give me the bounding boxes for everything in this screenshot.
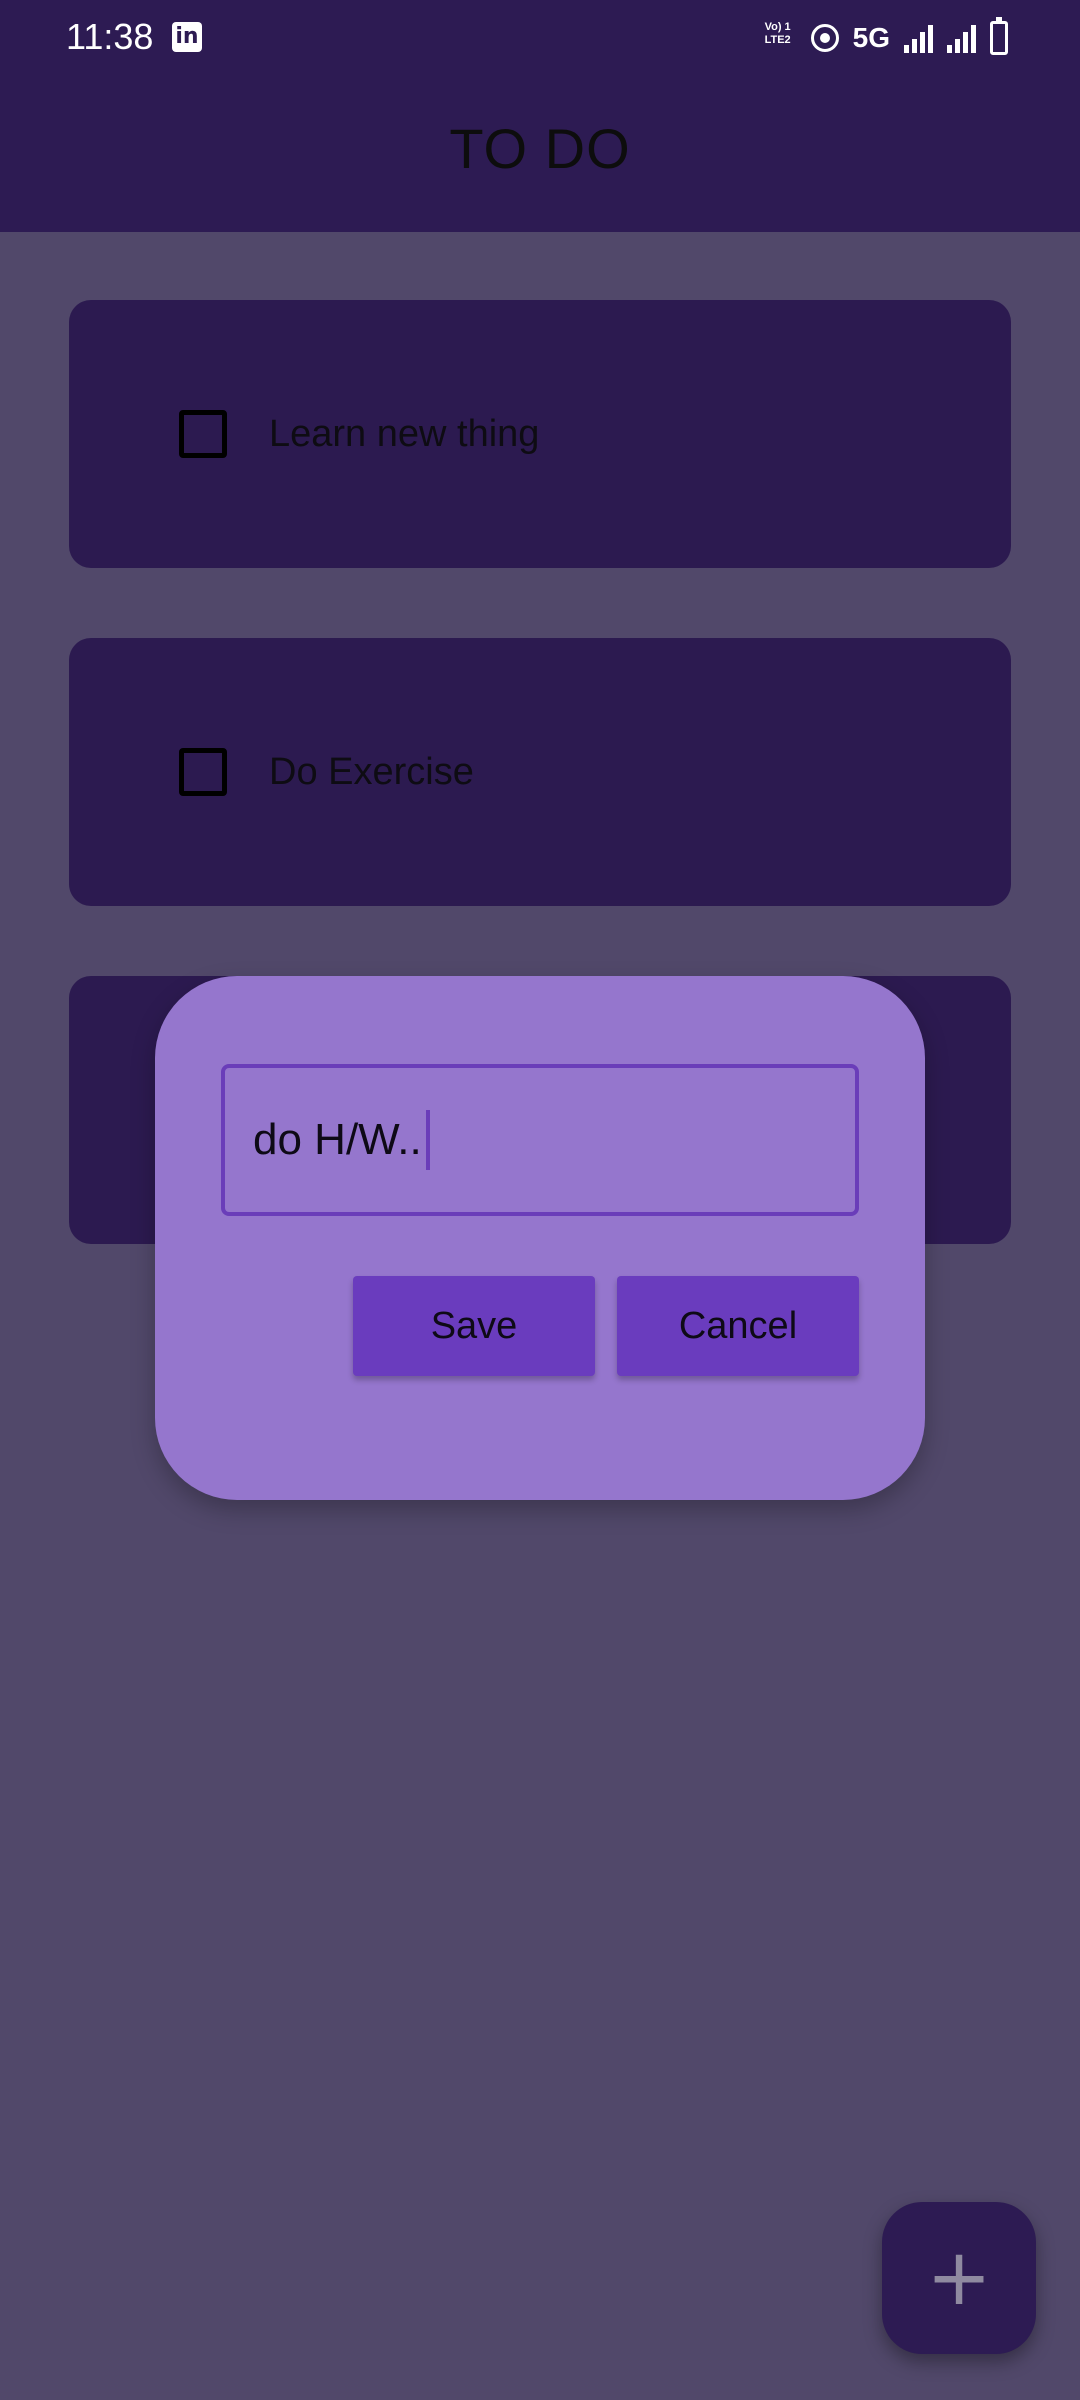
battery-charging-icon xyxy=(990,17,1008,55)
app-bar: TO DO xyxy=(0,80,1080,232)
status-icons: Vo) 1 LTE2 5G xyxy=(759,16,1008,60)
text-caret xyxy=(425,1110,430,1170)
signal-icon xyxy=(947,23,976,53)
save-button[interactable]: Save xyxy=(353,1276,595,1376)
task-card[interactable]: Do Exercise xyxy=(69,638,1011,906)
task-input-value: do H/W.. xyxy=(253,1115,422,1164)
linkedin-icon: in xyxy=(172,22,202,52)
status-time: 11:38 xyxy=(66,16,154,57)
add-task-button[interactable]: + xyxy=(882,2202,1036,2354)
task-input[interactable]: do H/W.. xyxy=(221,1064,859,1216)
page-title: TO DO xyxy=(449,117,631,180)
status-bar: 11:38 in Vo) 1 LTE2 5G xyxy=(0,0,1080,80)
signal-icon xyxy=(904,23,933,53)
network-type-label: 5G xyxy=(852,22,890,53)
volte-icon: Vo) 1 LTE2 xyxy=(759,21,797,55)
task-checkbox[interactable] xyxy=(179,748,227,796)
volte-line2: LTE2 xyxy=(764,34,791,46)
plus-icon: + xyxy=(926,2233,992,2323)
cancel-button[interactable]: Cancel xyxy=(617,1276,859,1376)
task-card[interactable]: Learn new thing xyxy=(69,300,1011,568)
volte-line1: Vo) 1 xyxy=(764,21,791,33)
task-label: Do Exercise xyxy=(269,751,474,793)
task-label: Learn new thing xyxy=(269,413,540,455)
add-task-dialog: do H/W.. Save Cancel xyxy=(155,976,925,1500)
hotspot-icon xyxy=(810,24,839,52)
task-checkbox[interactable] xyxy=(179,410,227,458)
